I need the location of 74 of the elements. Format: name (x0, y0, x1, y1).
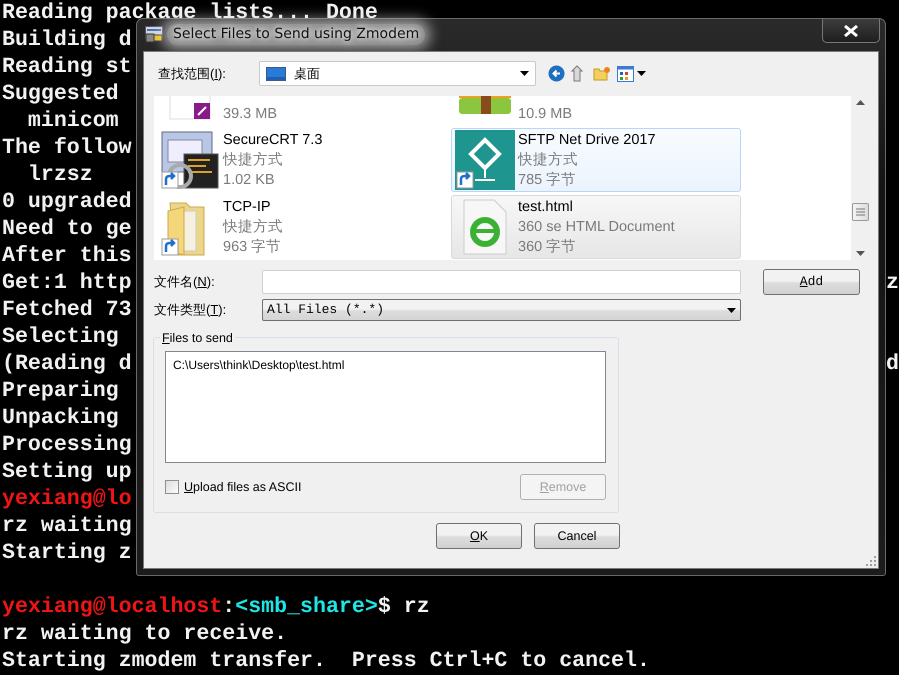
scroll-thumb[interactable] (852, 203, 868, 221)
terminal-text: (Reading d (2, 351, 132, 378)
terminal-text: rz waiting to receive. (2, 621, 288, 648)
terminal-text: <smb_share> (235, 594, 378, 621)
terminal-text: yexiang@localhost (2, 594, 222, 621)
file-name-field[interactable] (262, 270, 741, 294)
terminal-text: Get:1 http (2, 270, 132, 297)
terminal-text: Building d (2, 27, 132, 54)
file-type: 快捷方式 (223, 218, 283, 237)
file-item[interactable]: test.html 360 se HTML Document 360 字节 (451, 195, 741, 259)
file-name: SecureCRT 7.3 (223, 131, 322, 150)
files-to-send-list[interactable]: C:\Users\think\Desktop\test.html (165, 351, 606, 463)
view-menu-icon[interactable] (617, 66, 646, 82)
desktop-icon (266, 66, 286, 80)
terminal-text: Preparing (2, 378, 119, 405)
terminal-text: $ rz (378, 594, 430, 621)
terminal-text: After this (2, 243, 132, 270)
new-folder-icon[interactable] (593, 66, 611, 81)
file-size: 785 字节 (518, 170, 578, 190)
ascii-checkbox[interactable] (165, 480, 179, 494)
caret-icon (520, 71, 529, 76)
file-type: 快捷方式 (223, 150, 284, 170)
ok-button[interactable]: OK (436, 523, 522, 549)
file-name: TCP-IP (223, 198, 272, 217)
terminal-text: Reading package lists... Done (2, 0, 378, 27)
file-path-item[interactable]: C:\Users\think\Desktop\test.html (173, 356, 598, 374)
close-icon (844, 24, 858, 36)
look-in-label: 查找范围(I): (158, 64, 227, 83)
scroll-up-icon[interactable] (856, 100, 864, 105)
terminal-text: Suggested (2, 81, 119, 108)
terminal-text: Starting zmodem transfer. Press Ctrl+C to cancel. (2, 648, 650, 675)
terminal-text: Unpacking (2, 405, 119, 432)
resize-grip-icon[interactable] (866, 556, 876, 566)
terminal-text: lrzsz (26, 162, 93, 189)
terminal-text: rz waiting (2, 513, 132, 540)
close-button[interactable] (822, 19, 880, 43)
terminal-text: minicom (26, 108, 119, 135)
file-type-dropdown[interactable]: All Files (*.*) (262, 299, 741, 321)
file-size: 39.3 MB (223, 105, 277, 124)
file-size: 963 字节 (223, 238, 282, 257)
caret-icon (727, 308, 736, 312)
add-button[interactable]: Add (763, 269, 860, 295)
file-item[interactable]: 10.9 MB (451, 96, 741, 125)
terminal-text: 0 upgraded (2, 189, 132, 216)
terminal-text: Fetched 73 (2, 297, 132, 324)
file-item[interactable]: SFTP Net Drive 2017 快捷方式 785 字节 (451, 128, 741, 192)
scroll-down-icon[interactable] (856, 251, 864, 256)
terminal-text: The follow (2, 135, 132, 162)
terminal-text: Processing (2, 432, 132, 459)
terminal-text: Reading st (2, 54, 132, 81)
file-size: 10.9 MB (518, 105, 572, 124)
cancel-button[interactable]: Cancel (534, 523, 620, 549)
terminal-text: Setting up (2, 459, 132, 486)
file-size: 1.02 KB (223, 171, 276, 190)
file-item[interactable]: 39.3 MB (156, 96, 446, 125)
look-in-dropdown[interactable]: 桌面 (259, 61, 536, 86)
file-name: SFTP Net Drive 2017 (518, 131, 656, 150)
file-name-label: 文件名(N): (154, 273, 216, 292)
terminal-text: z (886, 270, 899, 297)
file-name: test.html (518, 198, 574, 217)
terminal-text: Starting z (2, 540, 132, 567)
file-size: 360 字节 (518, 238, 578, 257)
terminal-text: Need to ge (2, 216, 132, 243)
file-type: 快捷方式 (518, 150, 579, 170)
terminal-text: yexiang@lo (2, 486, 132, 513)
file-item[interactable]: SecureCRT 7.3 快捷方式 1.02 KB (156, 128, 446, 192)
back-icon[interactable] (548, 65, 565, 82)
file-type-label: 文件类型(T): (154, 301, 228, 320)
terminal-text: Selecting (2, 324, 119, 351)
terminal-text: : (222, 594, 236, 621)
file-item[interactable]: TCP-IP 快捷方式 963 字节 (156, 195, 446, 259)
file-type: 360 se HTML Document (518, 218, 675, 237)
terminal-text: d (886, 351, 899, 378)
ascii-label: Upload files as ASCII (184, 478, 302, 496)
